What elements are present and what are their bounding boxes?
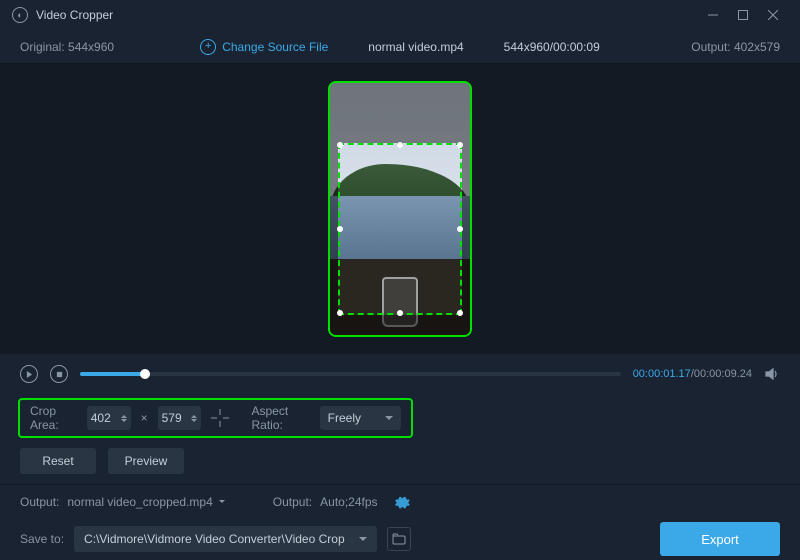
output-file-label: Output:	[20, 495, 59, 509]
crop-rectangle[interactable]	[338, 143, 462, 315]
center-crop-button[interactable]	[211, 407, 229, 429]
crop-controls-panel: Crop Area: 402 × 579 Aspect Ratio: Freel…	[18, 398, 413, 438]
change-source-button[interactable]: + Change Source File	[200, 39, 328, 55]
crop-handle[interactable]	[397, 142, 403, 148]
play-button[interactable]	[20, 365, 38, 383]
preview-button[interactable]: Preview	[108, 448, 184, 474]
crop-handle[interactable]	[457, 310, 463, 316]
crop-area-label: Crop Area:	[30, 404, 77, 432]
app-logo-icon: ◐	[12, 7, 28, 23]
spinner-up-icon[interactable]	[191, 415, 197, 418]
crop-width-input[interactable]: 402	[87, 406, 131, 430]
preview-area	[0, 64, 800, 354]
output-filename-dropdown[interactable]: normal video_cropped.mp4	[67, 495, 224, 509]
times-symbol: ×	[141, 411, 148, 425]
time-display: 00:00:01.17/00:00:09.24	[633, 368, 752, 380]
export-button[interactable]: Export	[660, 522, 780, 556]
crop-handle[interactable]	[337, 310, 343, 316]
source-meta: 544x960/00:00:09	[504, 40, 600, 54]
timeline-slider[interactable]	[80, 372, 621, 376]
spinner-up-icon[interactable]	[121, 415, 127, 418]
save-path-dropdown[interactable]: C:\Vidmore\Vidmore Video Converter\Video…	[74, 526, 377, 552]
crop-handle[interactable]	[337, 226, 343, 232]
change-source-label: Change Source File	[222, 40, 328, 54]
crop-handle[interactable]	[397, 310, 403, 316]
save-to-label: Save to:	[20, 532, 64, 546]
output-dimensions: Output: 402x579	[640, 40, 780, 54]
crop-handle[interactable]	[457, 142, 463, 148]
maximize-button[interactable]	[728, 0, 758, 30]
stop-button[interactable]	[50, 365, 68, 383]
plus-circle-icon: +	[200, 39, 216, 55]
open-folder-button[interactable]	[387, 527, 411, 551]
crop-height-input[interactable]: 579	[158, 406, 202, 430]
window-title: Video Cropper	[36, 8, 698, 22]
spinner-down-icon[interactable]	[191, 419, 197, 422]
reset-button[interactable]: Reset	[20, 448, 96, 474]
caret-down-icon	[359, 537, 367, 541]
video-frame[interactable]	[328, 81, 472, 337]
timeline-thumb[interactable]	[140, 369, 150, 379]
crop-handle[interactable]	[337, 142, 343, 148]
settings-gear-icon[interactable]	[394, 494, 410, 510]
source-filename: normal video.mp4	[368, 40, 463, 54]
crop-handle[interactable]	[457, 226, 463, 232]
aspect-ratio-dropdown[interactable]: Freely	[320, 406, 401, 430]
close-button[interactable]	[758, 0, 788, 30]
original-dimensions: Original: 544x960	[20, 40, 160, 54]
spinner-down-icon[interactable]	[121, 419, 127, 422]
minimize-button[interactable]	[698, 0, 728, 30]
output-format-label: Output:	[273, 495, 312, 509]
caret-down-icon	[219, 500, 225, 503]
caret-down-icon	[385, 416, 393, 420]
output-format-value: Auto;24fps	[320, 495, 377, 509]
volume-icon[interactable]	[764, 366, 780, 382]
aspect-ratio-label: Aspect Ratio:	[251, 404, 309, 432]
